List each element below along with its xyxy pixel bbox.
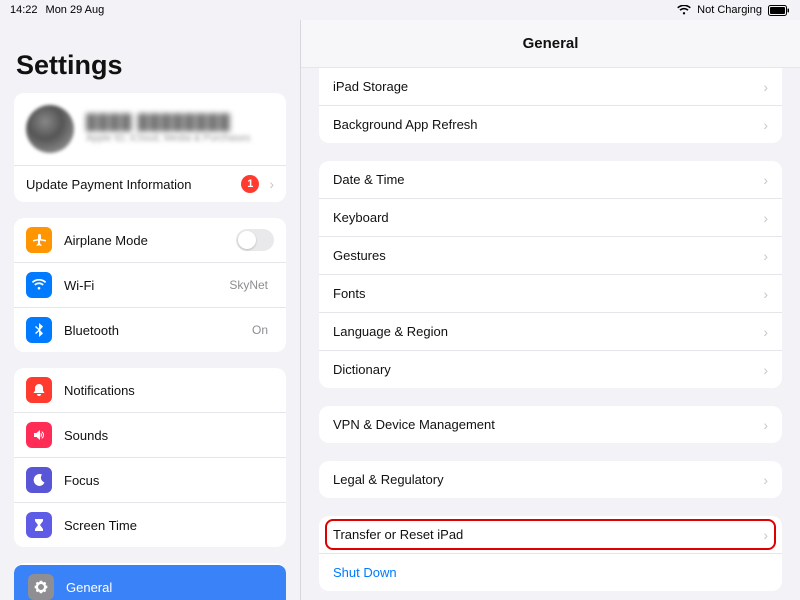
- connectivity-card: Airplane Mode Wi-Fi SkyNet Bluetooth On: [14, 218, 286, 352]
- sidebar-item-sounds[interactable]: Sounds: [14, 412, 286, 457]
- reset-section: Transfer or Reset iPad › Shut Down: [319, 516, 782, 591]
- row-label: Bluetooth: [64, 323, 252, 338]
- storage-section: iPad Storage › Background App Refresh ›: [319, 68, 782, 143]
- sidebar-item-wifi[interactable]: Wi-Fi SkyNet: [14, 262, 286, 307]
- speaker-icon: [26, 422, 52, 448]
- sidebar-item-airplane[interactable]: Airplane Mode: [14, 218, 286, 262]
- row-shut-down[interactable]: Shut Down: [319, 553, 782, 591]
- row-label: Airplane Mode: [64, 233, 236, 248]
- bell-icon: [26, 377, 52, 403]
- chevron-right-icon: ›: [763, 249, 768, 263]
- hourglass-icon: [26, 512, 52, 538]
- chevron-right-icon: ›: [763, 287, 768, 301]
- chevron-right-icon: ›: [763, 173, 768, 187]
- row-label: Focus: [64, 473, 274, 488]
- row-label: Notifications: [64, 383, 274, 398]
- profile-name: ████ ████████: [86, 114, 251, 131]
- row-ipad-storage[interactable]: iPad Storage ›: [319, 68, 782, 105]
- vpn-section: VPN & Device Management ›: [319, 406, 782, 443]
- chevron-right-icon: ›: [763, 473, 768, 487]
- page-title: Settings: [14, 20, 286, 93]
- sidebar-item-screentime[interactable]: Screen Time: [14, 502, 286, 547]
- status-charge: Not Charging: [697, 4, 762, 16]
- airplane-toggle[interactable]: [236, 229, 274, 251]
- legal-section: Legal & Regulatory ›: [319, 461, 782, 498]
- row-transfer-reset[interactable]: Transfer or Reset iPad ›: [319, 516, 782, 553]
- row-bg-app-refresh[interactable]: Background App Refresh ›: [319, 105, 782, 143]
- row-value: SkyNet: [229, 278, 268, 292]
- chevron-right-icon: ›: [763, 363, 768, 377]
- detail-pane[interactable]: General iPad Storage › Background App Re…: [300, 20, 800, 600]
- battery-icon: [768, 5, 790, 16]
- row-value: On: [252, 323, 268, 337]
- update-payment-row[interactable]: Update Payment Information 1 ›: [14, 165, 286, 202]
- row-legal[interactable]: Legal & Regulatory ›: [319, 461, 782, 498]
- status-date: Mon 29 Aug: [46, 4, 105, 16]
- chevron-right-icon: ›: [763, 528, 768, 542]
- row-date-time[interactable]: Date & Time ›: [319, 161, 782, 198]
- chevron-right-icon: ›: [763, 80, 768, 94]
- sidebar-item-focus[interactable]: Focus: [14, 457, 286, 502]
- row-gestures[interactable]: Gestures ›: [319, 236, 782, 274]
- row-keyboard[interactable]: Keyboard ›: [319, 198, 782, 236]
- badge: 1: [241, 175, 259, 193]
- row-fonts[interactable]: Fonts ›: [319, 274, 782, 312]
- status-bar: 14:22 Mon 29 Aug Not Charging: [0, 0, 800, 20]
- row-label: Screen Time: [64, 518, 274, 533]
- avatar: [26, 105, 74, 153]
- chevron-right-icon: ›: [763, 418, 768, 432]
- profile-card: ████ ████████ Apple ID, iCloud, Media & …: [14, 93, 286, 202]
- profile-sub: Apple ID, iCloud, Media & Purchases: [86, 133, 251, 144]
- input-section: Date & Time › Keyboard › Gestures › Font…: [319, 161, 782, 388]
- alerts-card: Notifications Sounds Focus Screen Time: [14, 368, 286, 547]
- sidebar-item-notifications[interactable]: Notifications: [14, 368, 286, 412]
- row-dictionary[interactable]: Dictionary ›: [319, 350, 782, 388]
- row-label: Update Payment Information: [26, 177, 241, 192]
- row-label: Sounds: [64, 428, 274, 443]
- system-card: General Control Centre: [14, 563, 286, 600]
- detail-title: General: [301, 20, 800, 68]
- moon-icon: [26, 467, 52, 493]
- row-label: Wi-Fi: [64, 278, 229, 293]
- row-label: General: [66, 580, 272, 595]
- wifi-icon: [26, 272, 52, 298]
- sidebar-item-general[interactable]: General: [14, 565, 286, 600]
- sidebar-item-bluetooth[interactable]: Bluetooth On: [14, 307, 286, 352]
- chevron-right-icon: ›: [763, 325, 768, 339]
- status-time: 14:22: [10, 4, 38, 16]
- bluetooth-icon: [26, 317, 52, 343]
- gear-icon: [28, 574, 54, 600]
- chevron-right-icon: ›: [763, 118, 768, 132]
- row-language-region[interactable]: Language & Region ›: [319, 312, 782, 350]
- chevron-right-icon: ›: [763, 211, 768, 225]
- settings-sidebar[interactable]: Settings ████ ████████ Apple ID, iCloud,…: [0, 20, 300, 600]
- row-vpn-device-mgmt[interactable]: VPN & Device Management ›: [319, 406, 782, 443]
- wifi-icon: [677, 5, 691, 15]
- chevron-right-icon: ›: [269, 177, 274, 191]
- apple-id-row[interactable]: ████ ████████ Apple ID, iCloud, Media & …: [14, 93, 286, 165]
- airplane-icon: [26, 227, 52, 253]
